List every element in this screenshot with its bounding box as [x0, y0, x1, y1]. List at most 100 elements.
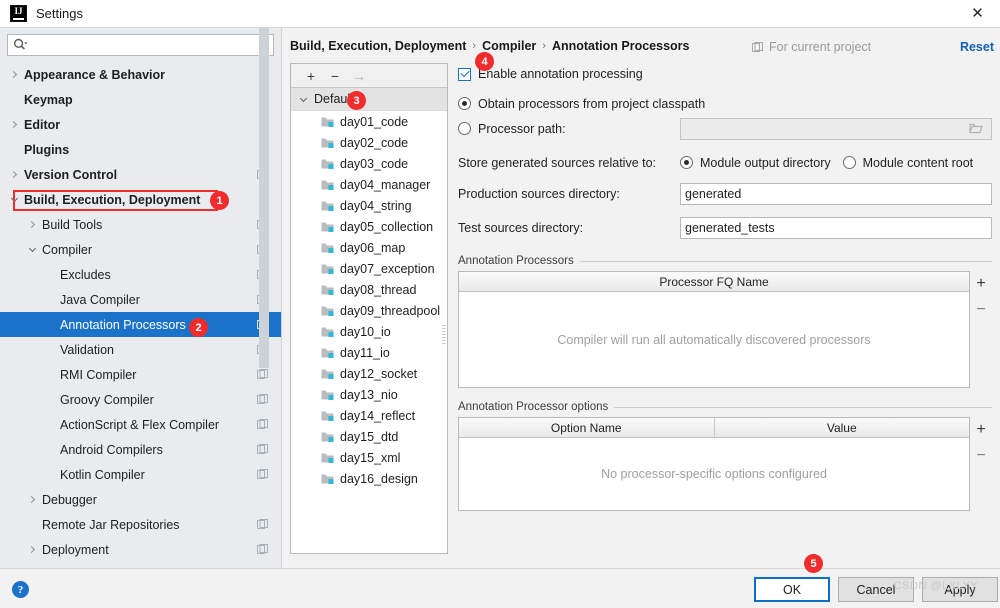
remove-processor-button[interactable]: − [970, 297, 992, 323]
reset-link[interactable]: Reset [960, 40, 994, 54]
sidebar-item-build-tools[interactable]: Build Tools [0, 212, 281, 237]
production-sources-field[interactable]: generated [680, 183, 992, 205]
sidebar-item-android-compilers[interactable]: Android Compilers [0, 437, 281, 462]
chevron-right-icon[interactable] [26, 544, 38, 556]
module-list-item[interactable]: day04_string [291, 195, 447, 216]
sidebar-item-annotation-processors[interactable]: Annotation Processors [0, 312, 281, 337]
column-header-processor-fq-name[interactable]: Processor FQ Name [459, 272, 969, 291]
module-list-item[interactable]: day01_code [291, 111, 447, 132]
processors-table[interactable]: Processor FQ Name Compiler will run all … [458, 271, 970, 388]
module-content-root-radio[interactable] [842, 156, 856, 169]
module-list-item[interactable]: day16_design [291, 468, 447, 489]
module-list-item[interactable]: day04_manager [291, 174, 447, 195]
test-sources-field[interactable]: generated_tests [680, 217, 992, 239]
remove-option-button[interactable]: − [970, 443, 992, 469]
sidebar-item-version-control[interactable]: Version Control [0, 162, 281, 187]
module-list-item[interactable]: day05_collection [291, 216, 447, 237]
module-list-item-label: day14_reflect [340, 408, 416, 423]
sidebar-item-deployment[interactable]: Deployment [0, 537, 281, 562]
help-icon[interactable]: ? [12, 581, 29, 598]
chevron-right-icon[interactable] [8, 119, 20, 131]
chevron-down-icon[interactable] [26, 244, 38, 256]
chevron-down-icon[interactable] [8, 194, 20, 206]
sidebar-item-compiler[interactable]: Compiler [0, 237, 281, 262]
processor-path-radio[interactable] [458, 122, 471, 135]
module-list-item[interactable]: day15_xml [291, 447, 447, 468]
chevron-right-icon[interactable] [26, 219, 38, 231]
module-output-directory-radio[interactable] [680, 156, 693, 169]
annotation-processors-group-title: Annotation Processors [458, 255, 992, 267]
module-group-default[interactable]: Default [291, 88, 447, 111]
close-icon[interactable]: ✕ [955, 0, 1000, 27]
settings-content: Build, Execution, Deployment › Compiler › An… [282, 28, 1000, 568]
add-option-button[interactable]: + [970, 417, 992, 443]
sidebar-item-label: Version Control [24, 167, 118, 182]
sidebar-item-remote-jar-repositories[interactable]: Remote Jar Repositories [0, 512, 281, 537]
sidebar-item-build-execution-deployment[interactable]: Build, Execution, Deployment [0, 187, 281, 212]
sidebar-item-rmi-compiler[interactable]: RMI Compiler [0, 362, 281, 387]
sidebar-item-label: Keymap [24, 92, 73, 107]
sidebar-scrollbar-track[interactable] [259, 28, 275, 534]
breadcrumb-item[interactable]: Annotation Processors [552, 39, 690, 53]
sidebar-item-appearance-and-behavior[interactable]: Appearance & Behavior [0, 62, 281, 87]
sidebar-item-groovy-compiler[interactable]: Groovy Compiler [0, 387, 281, 412]
options-table[interactable]: Option Name Value No processor-specific … [458, 417, 970, 511]
module-list-item[interactable]: day07_exception [291, 258, 447, 279]
breadcrumb-item[interactable]: Build, Execution, Deployment [290, 39, 466, 53]
intellij-idea-logo-icon [10, 5, 27, 22]
column-header-value[interactable]: Value [713, 418, 970, 437]
chevron-right-icon[interactable] [26, 494, 38, 506]
options-table-empty-message: No processor-specific options configured [601, 467, 827, 481]
test-sources-label: Test sources directory: [458, 221, 584, 235]
module-list-item[interactable]: day08_thread [291, 279, 447, 300]
module-list-item[interactable]: day12_socket [291, 363, 447, 384]
sidebar-item-validation[interactable]: Validation [0, 337, 281, 362]
sidebar-item-kotlin-compiler[interactable]: Kotlin Compiler [0, 462, 281, 487]
module-list-item[interactable]: day09_threadpool [291, 300, 447, 321]
apply-button[interactable]: Apply [922, 577, 998, 602]
module-list-hscrollbar[interactable] [442, 88, 447, 552]
module-folder-icon [321, 283, 336, 296]
module-list-item[interactable]: day02_code [291, 132, 447, 153]
chevron-right-icon[interactable] [8, 169, 20, 181]
sidebar-item-debugger[interactable]: Debugger [0, 487, 281, 512]
add-processor-button[interactable]: + [970, 271, 992, 297]
module-list-item[interactable]: day15_dtd [291, 426, 447, 447]
breadcrumb-item[interactable]: Compiler [482, 39, 536, 53]
ok-button[interactable]: OK [754, 577, 830, 602]
module-list-item[interactable]: day13_nio [291, 384, 447, 405]
sidebar-scrollbar[interactable] [259, 28, 269, 368]
remove-profile-button[interactable]: − [323, 65, 347, 87]
module-list-item[interactable]: day03_code [291, 153, 447, 174]
module-list-item[interactable]: day14_reflect [291, 405, 447, 426]
module-list-item-label: day02_code [340, 135, 409, 150]
obtain-from-classpath-radio[interactable] [458, 97, 471, 110]
add-profile-button[interactable]: + [299, 65, 323, 87]
search-box[interactable] [7, 34, 274, 56]
module-list-item[interactable]: day06_map [291, 237, 447, 258]
folder-browse-icon[interactable] [965, 123, 987, 134]
sidebar-item-label: Editor [24, 117, 61, 132]
sidebar-item-java-compiler[interactable]: Java Compiler [0, 287, 281, 312]
test-sources-row: Test sources directory: generated_tests [458, 214, 992, 242]
module-list-item[interactable]: day11_io [291, 342, 447, 363]
cancel-button[interactable]: Cancel [838, 577, 914, 602]
sidebar-item-keymap[interactable]: Keymap [0, 87, 281, 112]
window-titlebar: Settings ✕ [0, 0, 1000, 28]
move-to-profile-button[interactable]: → [347, 65, 371, 87]
chevron-right-icon[interactable] [8, 69, 20, 81]
search-input[interactable] [28, 36, 273, 54]
module-folder-icon [321, 430, 336, 443]
processors-table-empty-message: Compiler will run all automatically disc… [557, 332, 871, 347]
dialog-button-bar: ? OK Cancel Apply [0, 568, 1000, 608]
processor-path-field[interactable] [680, 117, 992, 140]
module-folder-icon [321, 346, 336, 359]
sidebar-item-editor[interactable]: Editor [0, 112, 281, 137]
module-list-hscrollbar-thumb[interactable] [442, 325, 446, 345]
module-list-item[interactable]: day10_io [291, 321, 447, 342]
column-header-option-name[interactable]: Option Name [459, 418, 714, 437]
sidebar-item-plugins[interactable]: Plugins [0, 137, 281, 162]
sidebar-item-excludes[interactable]: Excludes [0, 262, 281, 287]
sidebar-item-actionscript-and-flex-compiler[interactable]: ActionScript & Flex Compiler [0, 412, 281, 437]
enable-annotation-processing-checkbox[interactable] [458, 67, 471, 81]
